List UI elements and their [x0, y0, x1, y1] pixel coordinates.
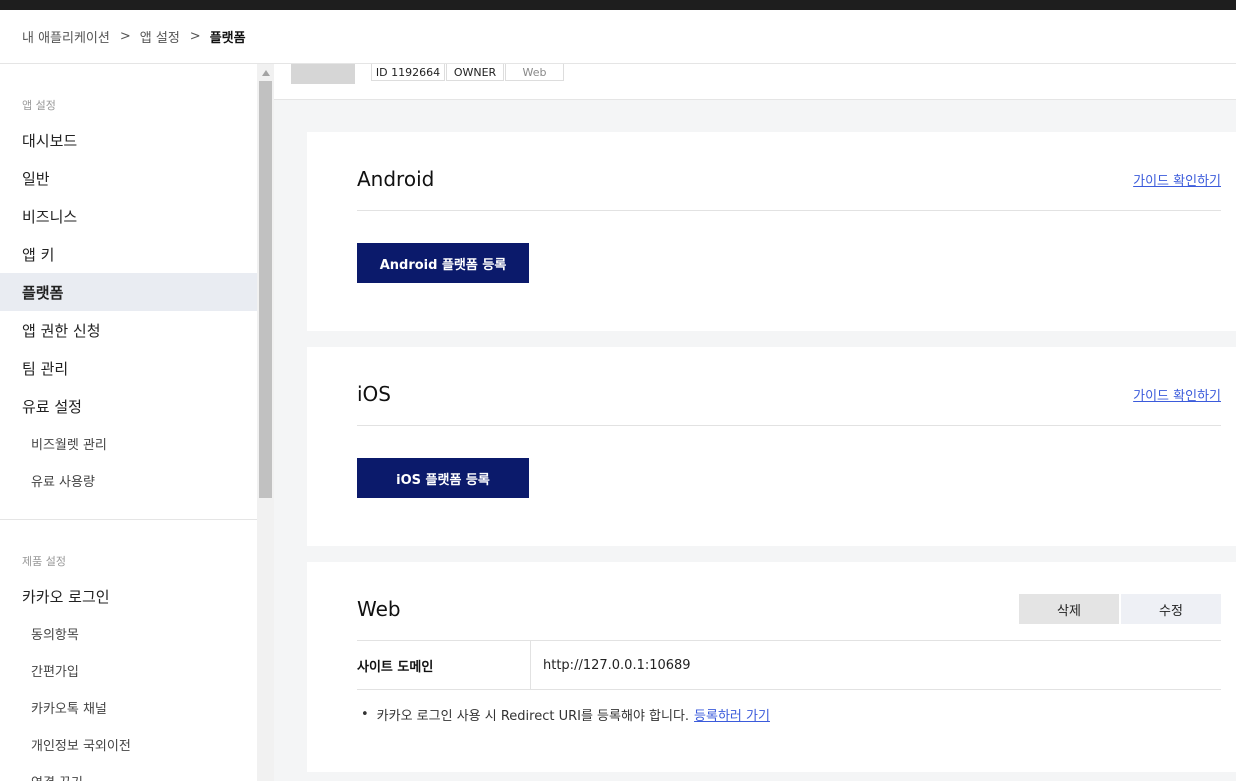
sidebar-item-general[interactable]: 일반 [0, 159, 257, 197]
web-divider-bottom [357, 689, 1221, 690]
breadcrumb: 내 애플리케이션 > 앱 설정 > 플랫폼 [0, 10, 1236, 64]
sidebar-item-app-keys[interactable]: 앱 키 [0, 235, 257, 273]
breadcrumb-separator: > [119, 29, 131, 44]
web-edit-button[interactable]: 수정 [1121, 594, 1221, 624]
sidebar-item-team[interactable]: 팀 관리 [0, 349, 257, 387]
sidebar: 앱 설정 대시보드 일반 비즈니스 앱 키 플랫폼 앱 권한 신청 팀 관리 유… [0, 64, 257, 781]
web-card: Web 삭제 수정 사이트 도메인 http://127.0.0.1:10689… [307, 562, 1236, 772]
android-title: Android [357, 167, 435, 191]
sidebar-subitem-disconnect[interactable]: 연결 끊기 [0, 763, 257, 781]
android-register-button[interactable]: Android 플랫폼 등록 [357, 243, 529, 283]
app-header: ID 1192664 OWNER Web [274, 64, 1236, 100]
top-strip [0, 0, 1236, 10]
ios-card: iOS 가이드 확인하기 iOS 플랫폼 등록 [307, 347, 1236, 546]
breadcrumb-separator: > [189, 29, 201, 44]
platform-tag: Web [505, 64, 564, 81]
sidebar-item-app-permission[interactable]: 앱 권한 신청 [0, 311, 257, 349]
breadcrumb-my-apps[interactable]: 내 애플리케이션 [22, 27, 110, 46]
site-domain-value: http://127.0.0.1:10689 [543, 657, 691, 673]
app-icon [291, 64, 355, 84]
sidebar-scrollbar[interactable] [257, 64, 274, 781]
scroll-up-icon[interactable] [257, 64, 274, 81]
breadcrumb-current: 플랫폼 [209, 31, 246, 46]
owner-tag: OWNER [446, 64, 504, 81]
web-title: Web [357, 597, 401, 621]
bullet-icon: • [361, 707, 369, 722]
sidebar-subitem-kakaotalk-channel[interactable]: 카카오톡 채널 [0, 689, 257, 725]
redirect-uri-note-text: 카카오 로그인 사용 시 Redirect URI를 등록해야 합니다. [376, 709, 690, 724]
ios-guide-link[interactable]: 가이드 확인하기 [1133, 385, 1221, 404]
android-card: Android 가이드 확인하기 Android 플랫폼 등록 [307, 132, 1236, 331]
main-content: ID 1192664 OWNER Web Android 가이드 확인하기 An… [274, 64, 1236, 781]
sidebar-item-paid-settings[interactable]: 유료 설정 [0, 387, 257, 425]
register-redirect-link[interactable]: 등록하러 가기 [694, 705, 770, 724]
redirect-uri-note: • 카카오 로그인 사용 시 Redirect URI를 등록해야 합니다. 등… [361, 705, 770, 724]
sidebar-item-business[interactable]: 비즈니스 [0, 197, 257, 235]
scrollbar-thumb[interactable] [259, 81, 272, 498]
android-divider [357, 210, 1221, 211]
site-domain-label: 사이트 도메인 [357, 659, 434, 675]
sidebar-item-dashboard[interactable]: 대시보드 [0, 121, 257, 159]
ios-divider [357, 425, 1221, 426]
web-delete-button[interactable]: 삭제 [1019, 594, 1119, 624]
android-guide-link[interactable]: 가이드 확인하기 [1133, 170, 1221, 189]
sidebar-section-label-app-settings: 앱 설정 [22, 99, 56, 112]
sidebar-subitem-bizwallet[interactable]: 비즈월렛 관리 [0, 425, 257, 461]
sidebar-section-label-product: 제품 설정 [22, 555, 66, 568]
sidebar-subitem-paid-usage[interactable]: 유료 사용량 [0, 462, 257, 498]
sidebar-subitem-simple-signup[interactable]: 간편가입 [0, 652, 257, 688]
sidebar-item-kakao-login[interactable]: 카카오 로그인 [0, 577, 257, 615]
app-id-tag: ID 1192664 [371, 64, 445, 81]
breadcrumb-app-settings[interactable]: 앱 설정 [140, 27, 180, 46]
site-domain-separator [530, 641, 531, 689]
ios-title: iOS [357, 382, 391, 406]
sidebar-subitem-consent[interactable]: 동의항목 [0, 615, 257, 651]
sidebar-divider [0, 519, 257, 520]
ios-register-button[interactable]: iOS 플랫폼 등록 [357, 458, 529, 498]
sidebar-item-platform[interactable]: 플랫폼 [0, 273, 257, 311]
sidebar-subitem-overseas-transfer[interactable]: 개인정보 국외이전 [0, 726, 257, 762]
